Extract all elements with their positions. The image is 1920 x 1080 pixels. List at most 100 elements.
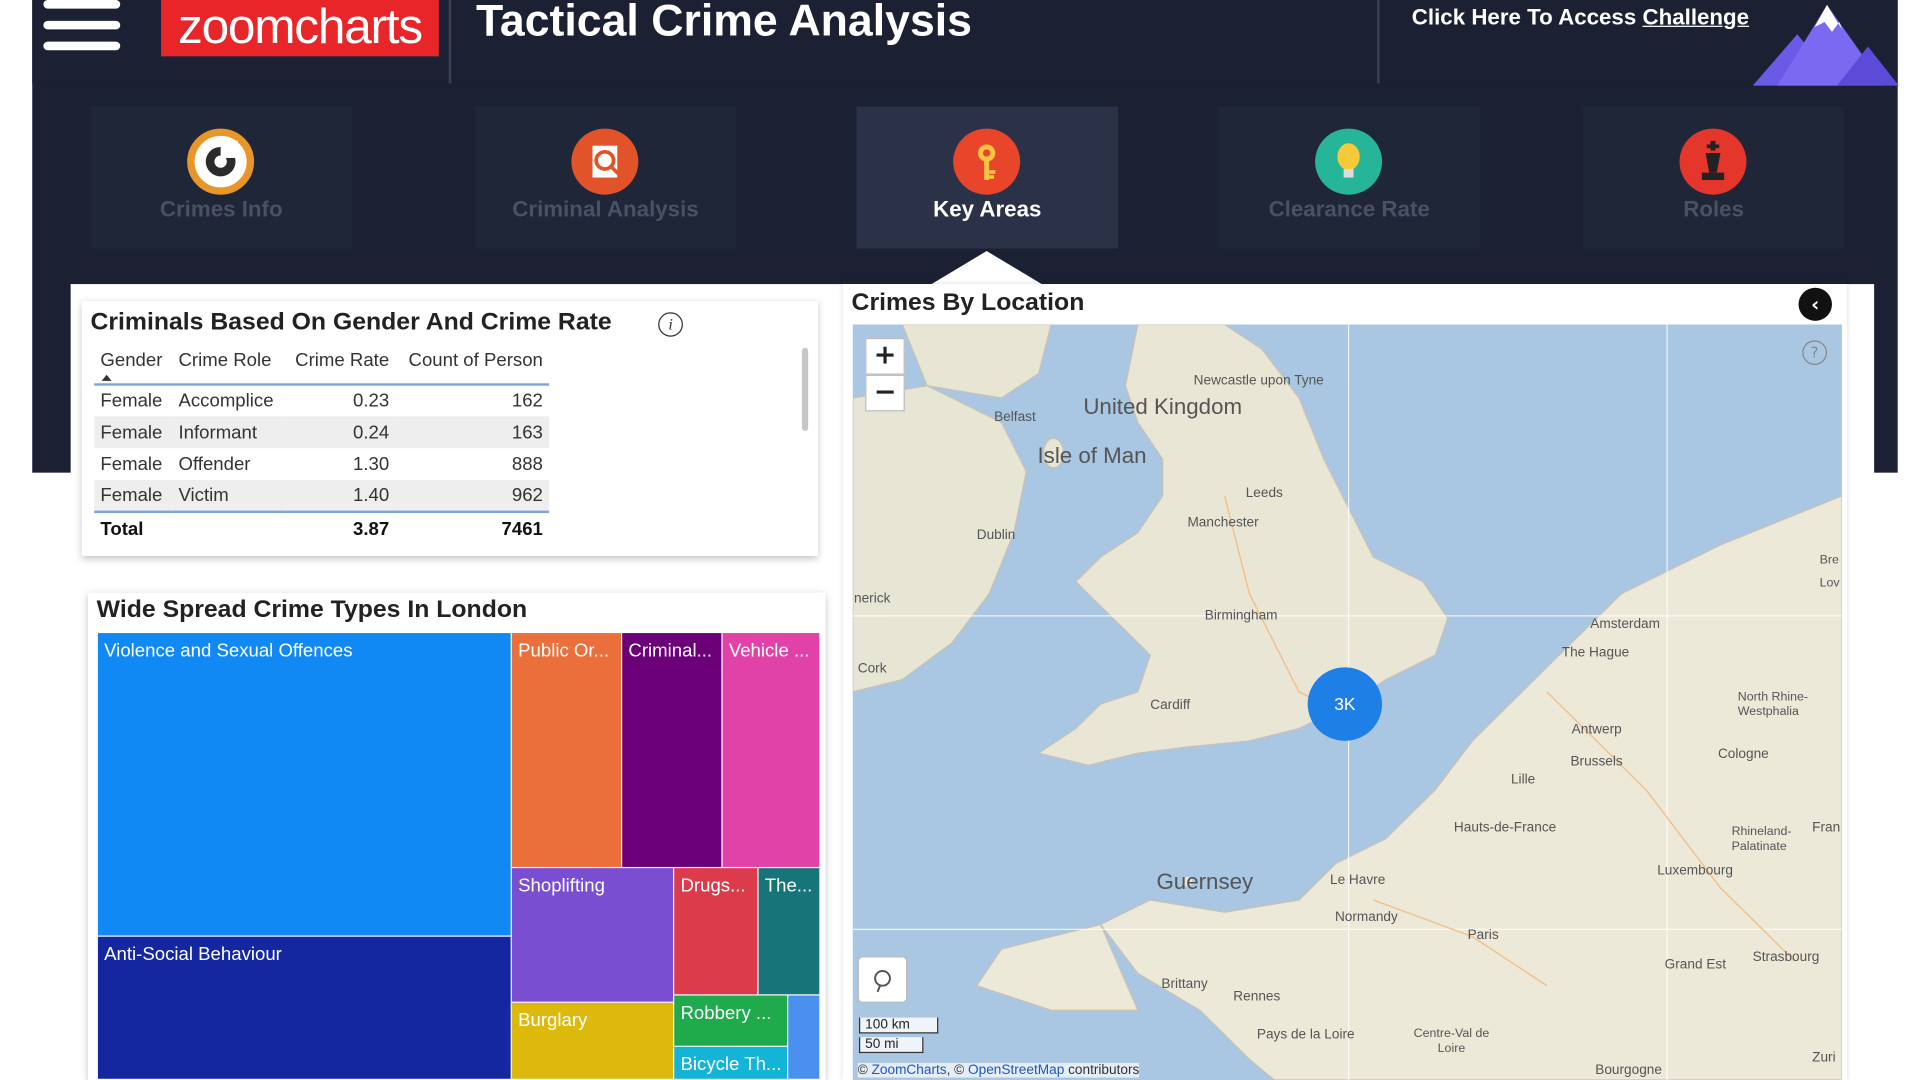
- zoomcharts-logo[interactable]: zoomcharts: [161, 0, 439, 57]
- treemap-label: Shoplifting: [518, 875, 605, 897]
- crime-cluster-marker[interactable]: 3K: [1307, 667, 1383, 741]
- table-row[interactable]: Female Informant 0.24 163: [94, 416, 550, 449]
- cell-crime-rate: 0.23: [353, 390, 390, 412]
- place-label: Brussels: [1570, 754, 1623, 769]
- treemap-label: Anti-Social Behaviour: [104, 944, 282, 965]
- tab-key-areas[interactable]: Key Areas: [856, 106, 1119, 249]
- treemap-cell-public-order[interactable]: Public Or...: [511, 633, 623, 869]
- zoom-in-button[interactable]: +: [865, 337, 905, 375]
- header-divider: [448, 0, 452, 84]
- cell-count: 162: [511, 390, 543, 412]
- place-label: Grand Est: [1664, 957, 1727, 973]
- back-arrow-icon[interactable]: ‹: [1798, 287, 1832, 321]
- cell-gender: Female: [94, 480, 173, 512]
- place-label: Fran: [1812, 820, 1841, 836]
- challenge-link[interactable]: Click Here To Access Challenge: [1412, 5, 1749, 31]
- place-label: Leeds: [1245, 486, 1283, 501]
- table-row[interactable]: Female Offender 1.30 888: [94, 448, 549, 480]
- cell-count: 962: [395, 480, 550, 512]
- challenge-prefix: Click Here To Access: [1411, 4, 1637, 30]
- place-label: Cardiff: [1150, 697, 1191, 713]
- column-header-crime-rate[interactable]: Crime Rate: [286, 347, 396, 386]
- place-label: Paris: [1467, 928, 1499, 943]
- place-label: Normandy: [1334, 909, 1398, 925]
- tab-roles[interactable]: Roles: [1582, 106, 1845, 249]
- place-label: Bourgogne: [1595, 1062, 1662, 1078]
- tab-label: Key Areas: [933, 197, 1042, 222]
- table-row[interactable]: Female Victim 1.40 962: [94, 480, 550, 512]
- column-header-crime-role[interactable]: Crime Role: [172, 347, 287, 386]
- treemap-cell-shoplifting[interactable]: Shoplifting: [511, 868, 675, 1003]
- table-scrollbar[interactable]: [801, 347, 809, 432]
- page-title: Tactical Crime Analysis: [475, 0, 973, 46]
- chess-icon: [1679, 128, 1747, 195]
- treemap-label: Criminal...: [628, 640, 713, 662]
- treemap-cell-violence[interactable]: Violence and Sexual Offences: [97, 633, 512, 937]
- treemap-cell-bicycle-theft[interactable]: Bicycle Th...: [674, 1046, 789, 1080]
- table-row[interactable]: Female Accomplice 0.23 162: [94, 384, 549, 416]
- place-label: Amsterdam: [1590, 617, 1661, 632]
- tab-clearance-rate[interactable]: Clearance Rate: [1218, 106, 1480, 249]
- map-pin-icon[interactable]: [857, 956, 908, 1003]
- attribution-osm-link[interactable]: OpenStreetMap: [968, 1063, 1064, 1078]
- place-label: Hauts-de-France: [1453, 820, 1557, 836]
- cell-crime-role: Victim: [172, 480, 287, 512]
- place-label: Isle of Man: [1037, 443, 1147, 468]
- scale-km: 100 km: [858, 1017, 939, 1034]
- treemap-label: The...: [764, 875, 813, 897]
- cell-crime-rate: 0.24: [286, 416, 396, 449]
- place-label: Lille: [1510, 772, 1536, 788]
- treemap-cell-criminal-damage[interactable]: Criminal...: [622, 633, 723, 869]
- info-icon[interactable]: i: [658, 312, 683, 337]
- treemap-cell-theft[interactable]: The...: [758, 868, 821, 996]
- treemap-label: Public Or...: [518, 640, 610, 662]
- treemap-label: Vehicle ...: [728, 640, 810, 662]
- place-label: Rennes: [1233, 989, 1281, 1005]
- tab-crimes-info[interactable]: Crimes Info: [90, 106, 353, 249]
- cell-count: 888: [511, 453, 543, 475]
- tab-label: Clearance Rate: [1268, 197, 1430, 222]
- zoom-out-button[interactable]: −: [865, 374, 905, 412]
- header-divider: [1377, 0, 1380, 84]
- treemap-cell-antisocial[interactable]: Anti-Social Behaviour: [97, 936, 512, 1080]
- treemap-cell-robbery[interactable]: Robbery ...: [674, 995, 789, 1047]
- tab-criminal-analysis[interactable]: Criminal Analysis: [474, 106, 737, 249]
- column-header-count[interactable]: Count of Person: [395, 347, 550, 386]
- cell-crime-rate: 1.30: [353, 453, 390, 475]
- place-label: Newcastle upon Tyne: [1193, 373, 1324, 389]
- place-label: nerick: [854, 591, 891, 607]
- hamburger-menu-icon[interactable]: [43, 0, 121, 51]
- challenge-link-text[interactable]: Challenge: [1642, 5, 1749, 29]
- treemap-cell-burglary[interactable]: Burglary: [511, 1002, 675, 1080]
- attribution-separator: , ©: [946, 1062, 965, 1078]
- treemap-cell-vehicle[interactable]: Vehicle ...: [722, 633, 821, 869]
- treemap-label: Robbery ...: [680, 1002, 772, 1024]
- treemap-cell-other[interactable]: [788, 995, 821, 1080]
- place-label: Manchester: [1187, 515, 1259, 531]
- gender-crime-table: Gender Crime Role Crime Rate Count of Pe…: [94, 347, 550, 547]
- attribution-zoomcharts-link[interactable]: ZoomCharts: [872, 1063, 947, 1078]
- map-title: Crimes By Location: [851, 288, 1085, 316]
- treemap-label: Drugs...: [680, 875, 746, 897]
- cell-crime-role: Offender: [178, 453, 251, 475]
- place-label: Strasbourg: [1752, 950, 1820, 965]
- place-label: Centre-Val de Loire: [1413, 1027, 1490, 1056]
- cell-gender: Female: [100, 390, 163, 412]
- place-label: Le Havre: [1329, 873, 1386, 888]
- sort-ascending-icon[interactable]: [101, 374, 112, 381]
- cell-count: 163: [395, 416, 550, 449]
- place-label: Zuri: [1812, 1050, 1836, 1066]
- attribution-suffix: contributors: [1068, 1062, 1140, 1078]
- help-icon[interactable]: ?: [1802, 340, 1828, 365]
- place-label: Luxembourg: [1657, 863, 1734, 878]
- treemap-cell-drugs[interactable]: Drugs...: [674, 868, 759, 996]
- place-label: Rhineland-Palatinate: [1731, 825, 1792, 854]
- treemap-label: Burglary: [518, 1010, 588, 1032]
- active-tab-indicator: [929, 251, 1044, 286]
- place-label: Cologne: [1717, 746, 1769, 762]
- treemap-label: Violence and Sexual Offences: [104, 640, 353, 662]
- treemap-label: Bicycle Th...: [680, 1054, 782, 1076]
- cell-crime-role: Informant: [172, 416, 287, 449]
- place-label: Guernsey: [1156, 869, 1254, 894]
- cell-crime-rate: 1.40: [286, 480, 396, 512]
